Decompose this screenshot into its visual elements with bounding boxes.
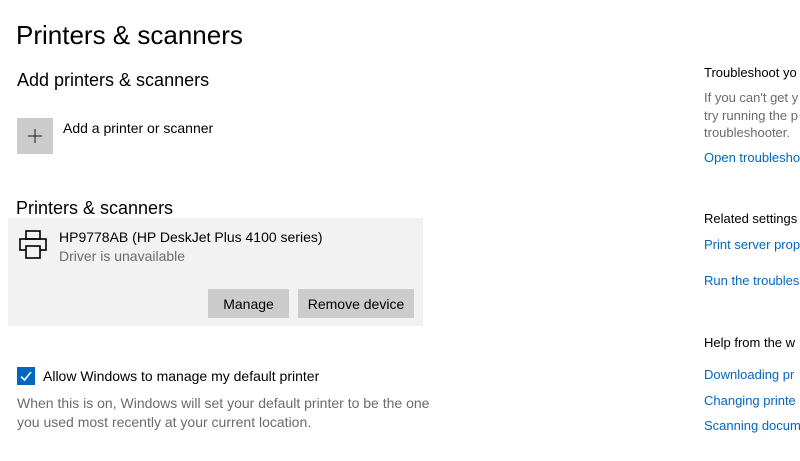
help-link-changing[interactable]: Changing printe	[704, 393, 796, 408]
troubleshoot-text-line: troubleshooter.	[704, 125, 791, 140]
troubleshoot-text-line: try running the p	[704, 107, 798, 123]
run-troubleshooter-link[interactable]: Run the troubles	[704, 273, 799, 288]
description-line: When this is on, Windows will set your d…	[17, 395, 430, 411]
devices-section-title: Printers & scanners	[16, 198, 174, 218]
open-troubleshooter-link[interactable]: Open troublesho	[704, 150, 800, 165]
device-card[interactable]: HP9778AB (HP DeskJet Plus 4100 series) D…	[8, 218, 423, 326]
checkmark-icon	[20, 371, 32, 382]
print-server-properties-link[interactable]: Print server prop	[704, 237, 800, 252]
page-title: Printers & scanners	[16, 20, 243, 50]
add-printer-button[interactable]	[17, 118, 53, 154]
plus-icon	[28, 129, 42, 143]
remove-device-button[interactable]: Remove device	[298, 289, 414, 318]
add-printer-label[interactable]: Add a printer or scanner	[63, 120, 213, 136]
default-printer-label[interactable]: Allow Windows to manage my default print…	[43, 368, 319, 384]
troubleshoot-text-line: If you can't get y	[704, 90, 799, 105]
printer-icon	[19, 230, 47, 259]
troubleshoot-text: If you can't get y try running the p tro…	[704, 89, 798, 142]
add-section-title: Add printers & scanners	[17, 70, 210, 90]
help-link-scanning[interactable]: Scanning docum	[704, 418, 800, 433]
device-name: HP9778AB (HP DeskJet Plus 4100 series)	[59, 229, 323, 245]
help-title: Help from the w	[704, 335, 796, 350]
default-printer-description: When this is on, Windows will set your d…	[17, 394, 437, 432]
description-line: you used most recently at your current l…	[17, 414, 312, 430]
help-link-downloading[interactable]: Downloading pr	[704, 367, 794, 382]
device-status: Driver is unavailable	[59, 248, 186, 264]
troubleshoot-title: Troubleshoot yo	[704, 65, 797, 80]
related-settings-title: Related settings	[704, 211, 798, 226]
default-printer-checkbox[interactable]	[17, 367, 35, 385]
manage-button[interactable]: Manage	[208, 289, 289, 318]
